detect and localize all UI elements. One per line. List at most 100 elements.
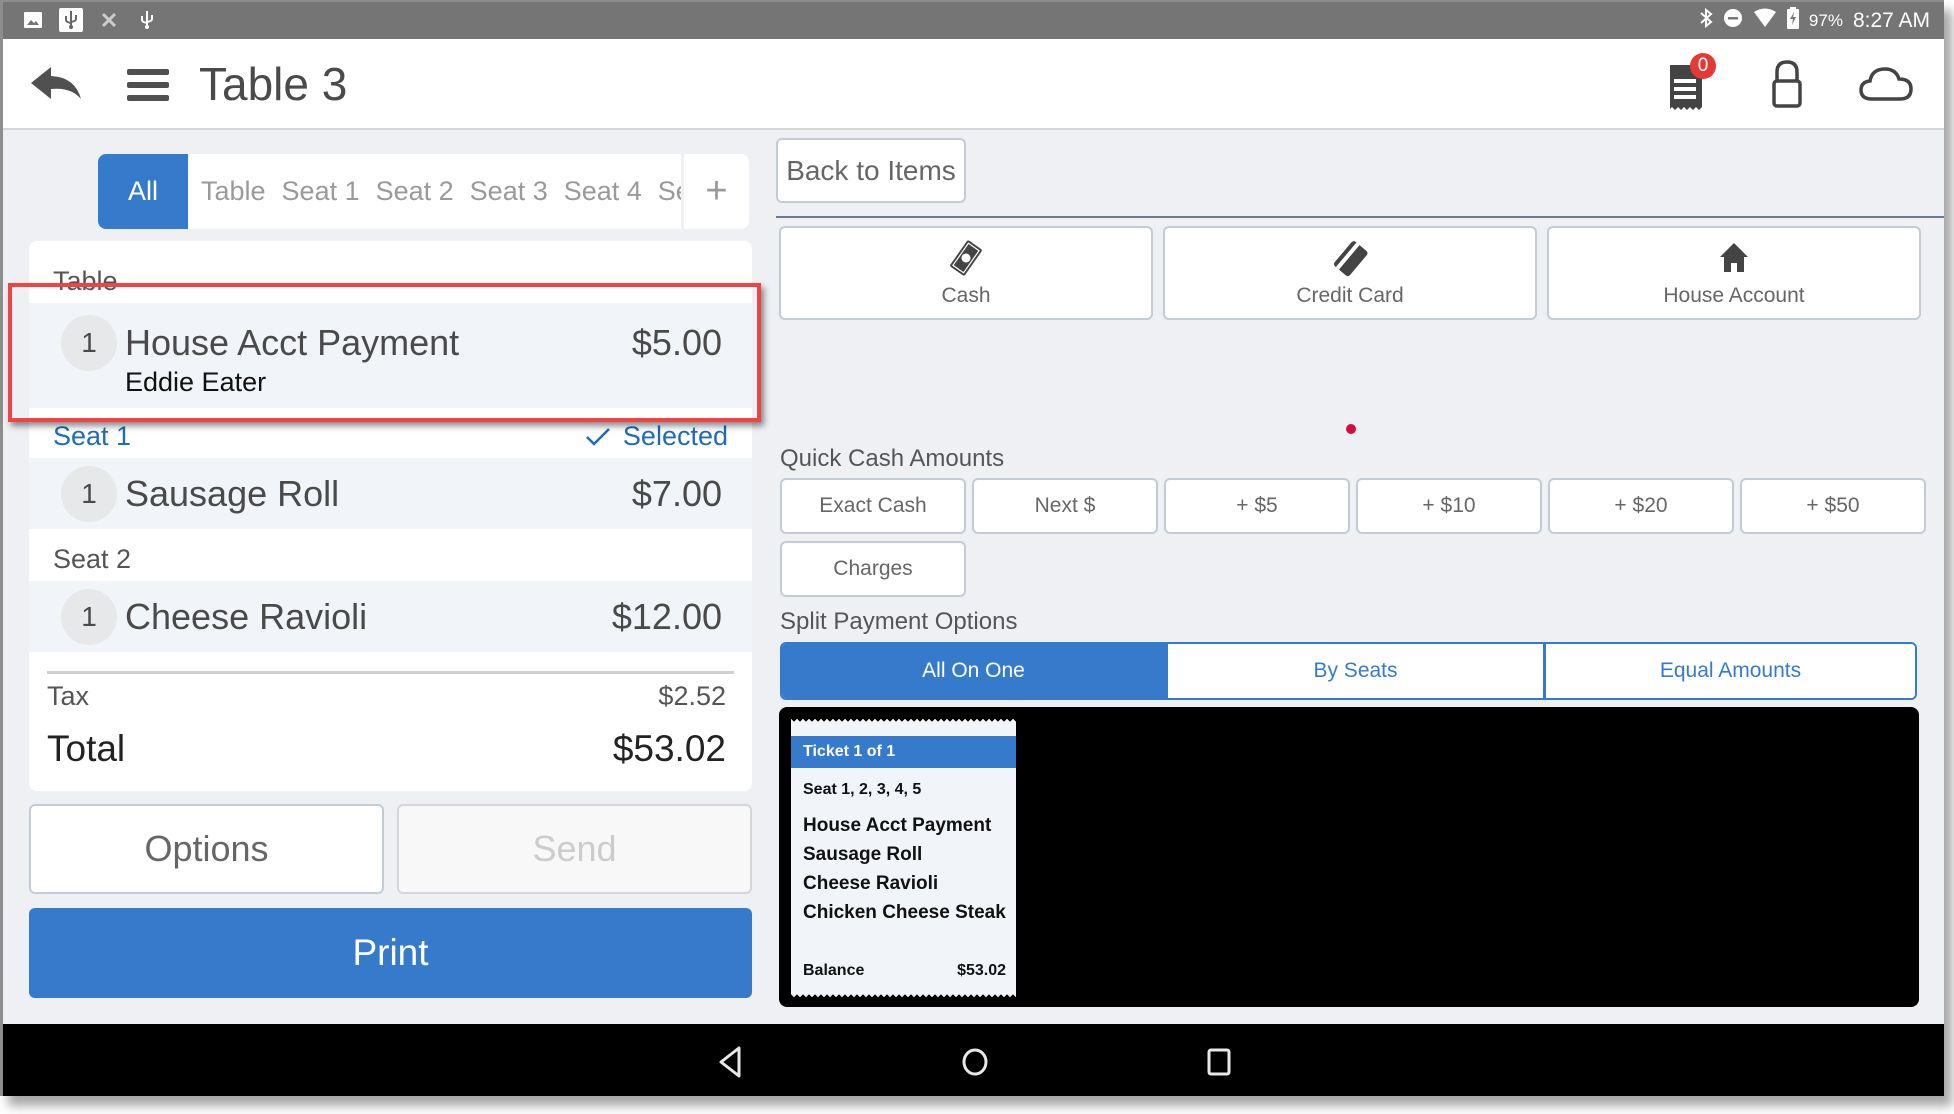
tab-seat-2[interactable]: Seat 2 [368,154,462,229]
menu-button[interactable] [127,69,169,101]
usb-icon [135,8,159,32]
ticket-torn-edge [791,991,1016,997]
item-quantity: 1 [61,315,117,371]
tab-table[interactable]: Table [193,154,274,229]
tab-seat-1[interactable]: Seat 1 [274,154,368,229]
seat-tabs-scroll[interactable]: Table Seat 1 Seat 2 Seat 3 Seat 4 Seat 5 [188,154,681,229]
wifi-icon [1753,8,1777,34]
item-price: $12.00 [611,595,722,637]
device-screen: 97% 8:27 AM Table 3 0 All Table Seat 1 S… [0,0,1944,1096]
exact-cash-button[interactable]: Exact Cash [780,478,966,534]
split-equal-amounts[interactable]: Equal Amounts [1543,644,1915,698]
plus-20-button[interactable]: + $20 [1548,478,1734,534]
house-account-button[interactable]: House Account [1547,226,1921,320]
tab-seat-4[interactable]: Seat 4 [556,154,650,229]
total-value: $53.02 [612,728,726,769]
house-icon [1720,243,1748,272]
total-label: Total [47,728,126,769]
group-label-table: Table [29,241,752,303]
split-payment-title: Split Payment Options [780,608,1018,635]
order-scroll-area[interactable]: Table 1 House Acct Payment Eddie Eater $… [29,241,752,673]
split-by-seats[interactable]: By Seats [1165,644,1543,698]
send-button[interactable]: Send [397,804,752,894]
reply-arrow-icon [31,67,81,99]
credit-card-icon [1334,241,1368,277]
hamburger-line [127,82,169,88]
nav-recents-button[interactable] [1199,1042,1239,1082]
ticket-header: Ticket 1 of 1 [791,736,1016,768]
hamburger-line [127,69,169,75]
order-item-row[interactable]: 1 Sausage Roll $7.00 [29,458,752,529]
nav-back-icon [719,1046,741,1078]
ticket-card[interactable]: Ticket 1 of 1 Seat 1, 2, 3, 4, 5 House A… [791,719,1016,997]
open-checks-button[interactable]: 0 [1668,53,1716,110]
tax-value: $2.52 [658,681,726,711]
notification-badge: 0 [1690,53,1716,79]
order-item-row[interactable]: 1 House Acct Payment Eddie Eater $5.00 [29,303,752,408]
group-label-text: Seat 2 [53,544,132,574]
group-label-seat-2[interactable]: Seat 2 [29,529,752,581]
clock: 8:27 AM [1852,9,1930,32]
credit-card-label: Credit Card [1296,284,1404,307]
plus-icon: + [705,170,728,212]
add-seat-button[interactable]: + [681,154,749,229]
tab-seat-5[interactable]: Seat 5 [650,154,681,229]
ticket-item: Chicken Cheese Steak [803,902,1006,923]
group-label-seat-3[interactable]: Seat 3 [29,652,752,673]
cloud-sync-button[interactable] [1858,59,1914,109]
ticket-balance-row: Balance $53.02 [803,962,1006,980]
plus-50-button[interactable]: + $50 [1740,478,1926,534]
credit-card-button[interactable]: Credit Card [1163,226,1537,320]
battery-charging-icon [1786,7,1799,35]
options-button[interactable]: Options [29,804,384,894]
tax-row: Tax $2.52 [47,681,726,712]
back-button[interactable] [29,65,85,105]
house-account-label: House Account [1663,284,1805,307]
item-house-account-name: Eddie Eater [125,367,267,397]
lock-icon [1772,60,1802,108]
order-list: Table 1 House Acct Payment Eddie Eater $… [29,241,752,791]
lock-button[interactable] [1762,59,1812,109]
page-title: Table 3 [199,58,348,110]
tab-seat-3[interactable]: Seat 3 [462,154,556,229]
item-price: $5.00 [631,322,722,363]
cash-button[interactable]: Cash [779,226,1153,320]
next-dollar-button[interactable]: Next $ [972,478,1158,534]
cloud-icon [1859,67,1913,101]
plus-5-button[interactable]: + $5 [1164,478,1350,534]
cash-icon [950,240,982,276]
group-label-text: Seat 1 [53,421,132,451]
ticket-items: House Acct Payment Sausage Roll Cheese R… [803,811,1006,927]
selected-indicator: Selected [585,421,728,452]
quick-cash-title: Quick Cash Amounts [780,445,1005,472]
nav-home-button[interactable] [955,1042,995,1082]
total-row: Total $53.02 [47,728,726,770]
bluetooth-icon [1699,7,1713,34]
status-dot [1346,424,1356,434]
item-name: House Acct Payment [125,322,460,363]
status-bar: 97% 8:27 AM [3,2,1944,39]
payment-divider [776,216,1944,218]
item-name: Sausage Roll [125,472,340,514]
tax-label: Tax [47,681,90,711]
cash-label: Cash [941,284,991,307]
item-price: $7.00 [631,472,722,514]
order-item-row[interactable]: 1 Cheese Ravioli $12.00 [29,581,752,652]
print-button[interactable]: Print [29,908,752,998]
seat-tabs: All Table Seat 1 Seat 2 Seat 3 Seat 4 Se… [98,154,749,229]
plus-10-button[interactable]: + $10 [1356,478,1542,534]
charges-button[interactable]: Charges [780,541,966,597]
item-quantity: 1 [61,465,117,522]
system-nav-bar [3,1024,1944,1096]
tab-all[interactable]: All [98,154,188,229]
nav-back-button[interactable] [711,1042,751,1082]
split-all-on-one[interactable]: All On One [782,644,1165,698]
back-to-items-button[interactable]: Back to Items [776,138,966,203]
nav-home-icon [962,1048,988,1076]
hamburger-line [127,95,169,101]
item-name: Cheese Ravioli [125,595,368,637]
group-label-seat-1[interactable]: Seat 1 Selected [29,408,752,458]
checkmark-icon [586,427,610,446]
balance-value: $53.02 [957,962,1006,979]
battery-percent: 97% [1808,11,1843,30]
